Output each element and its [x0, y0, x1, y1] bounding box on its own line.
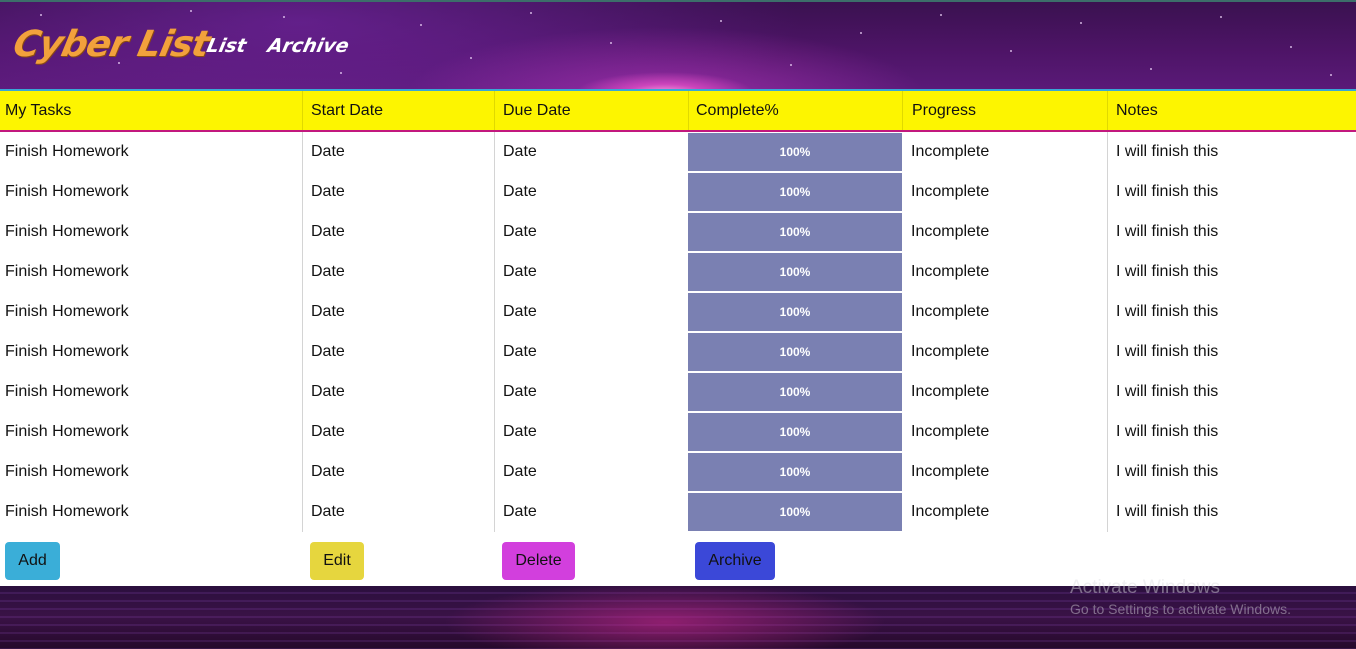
- table-row[interactable]: Finish Homework Date Date 100% Incomplete I w…: [0, 212, 1356, 252]
- start-date-cell: Date: [302, 292, 494, 332]
- column-header-due-date: Due Date: [494, 91, 688, 130]
- table-row[interactable]: Finish Homework Date Date 100% Incomplete I w…: [0, 452, 1356, 492]
- progress-cell: Incomplete: [911, 263, 990, 280]
- table-row[interactable]: Finish Homework Date Date 100% Incomplete I w…: [0, 172, 1356, 212]
- column-header-complete: Complete%: [688, 91, 902, 130]
- start-date-cell: Date: [302, 252, 494, 292]
- complete-percent-cell: 100%: [688, 253, 902, 291]
- table-row[interactable]: Finish Homework Date Date 100% Incomplete I w…: [0, 412, 1356, 452]
- start-date-cell: Date: [302, 172, 494, 212]
- progress-cell: Incomplete: [911, 463, 990, 480]
- notes-cell: I will finish this: [1107, 412, 1356, 452]
- notes-cell: I will finish this: [1107, 452, 1356, 492]
- delete-button[interactable]: Delete: [502, 542, 575, 580]
- progress-cell: Incomplete: [911, 303, 990, 320]
- column-header-my-tasks: My Tasks: [5, 102, 72, 119]
- start-date-cell: Date: [302, 412, 494, 452]
- start-date-cell: Date: [302, 212, 494, 252]
- due-date-cell: Date: [494, 252, 688, 292]
- complete-percent-cell: 100%: [688, 133, 902, 171]
- due-date-cell: Date: [494, 292, 688, 332]
- task-cell: Finish Homework: [5, 343, 129, 360]
- notes-cell: I will finish this: [1107, 492, 1356, 532]
- column-header-start-date: Start Date: [302, 91, 494, 130]
- tasks-table: My Tasks Start Date Due Date Complete% P…: [0, 89, 1356, 586]
- progress-cell: Incomplete: [911, 143, 990, 160]
- due-date-cell: Date: [494, 172, 688, 212]
- due-date-cell: Date: [494, 332, 688, 372]
- table-row[interactable]: Finish Homework Date Date 100% Incomplete I w…: [0, 372, 1356, 412]
- complete-percent-cell: 100%: [688, 173, 902, 211]
- complete-percent-cell: 100%: [688, 213, 902, 251]
- due-date-cell: Date: [494, 372, 688, 412]
- table-row[interactable]: Finish Homework Date Date 100% Incomplete I w…: [0, 332, 1356, 372]
- complete-percent-cell: 100%: [688, 373, 902, 411]
- table-row[interactable]: Finish Homework Date Date 100% Incomplete I w…: [0, 132, 1356, 172]
- add-button[interactable]: Add: [5, 542, 60, 580]
- nav-list-link[interactable]: List: [205, 35, 249, 57]
- complete-percent-cell: 100%: [688, 413, 902, 451]
- progress-cell: Incomplete: [911, 383, 990, 400]
- table-row[interactable]: Finish Homework Date Date 100% Incomplete I w…: [0, 252, 1356, 292]
- due-date-cell: Date: [494, 492, 688, 532]
- start-date-cell: Date: [302, 372, 494, 412]
- task-cell: Finish Homework: [5, 423, 129, 440]
- task-cell: Finish Homework: [5, 263, 129, 280]
- progress-cell: Incomplete: [911, 503, 990, 520]
- progress-cell: Incomplete: [911, 183, 990, 200]
- due-date-cell: Date: [494, 452, 688, 492]
- progress-cell: Incomplete: [911, 423, 990, 440]
- due-date-cell: Date: [494, 212, 688, 252]
- task-cell: Finish Homework: [5, 463, 129, 480]
- start-date-cell: Date: [302, 332, 494, 372]
- task-cell: Finish Homework: [5, 223, 129, 240]
- complete-percent-cell: 100%: [688, 493, 902, 531]
- notes-cell: I will finish this: [1107, 172, 1356, 212]
- column-header-notes: Notes: [1107, 91, 1356, 130]
- activate-windows-watermark: Activate Windows Go to Settings to activ…: [1070, 577, 1291, 619]
- due-date-cell: Date: [494, 132, 688, 172]
- watermark-subtitle: Go to Settings to activate Windows.: [1070, 601, 1291, 617]
- notes-cell: I will finish this: [1107, 372, 1356, 412]
- cyber-list-logo[interactable]: Cyber List: [10, 24, 213, 65]
- table-row[interactable]: Finish Homework Date Date 100% Incomplete I w…: [0, 292, 1356, 332]
- notes-cell: I will finish this: [1107, 292, 1356, 332]
- task-cell: Finish Homework: [5, 303, 129, 320]
- start-date-cell: Date: [302, 492, 494, 532]
- notes-cell: I will finish this: [1107, 132, 1356, 172]
- complete-percent-cell: 100%: [688, 293, 902, 331]
- complete-percent-cell: 100%: [688, 333, 902, 371]
- column-header-progress: Progress: [902, 91, 1107, 130]
- watermark-title: Activate Windows: [1070, 577, 1220, 598]
- notes-cell: I will finish this: [1107, 252, 1356, 292]
- site-header: Cyber List List Archive: [0, 0, 1356, 89]
- notes-cell: I will finish this: [1107, 332, 1356, 372]
- task-cell: Finish Homework: [5, 383, 129, 400]
- task-cell: Finish Homework: [5, 183, 129, 200]
- start-date-cell: Date: [302, 132, 494, 172]
- progress-cell: Incomplete: [911, 223, 990, 240]
- notes-cell: I will finish this: [1107, 212, 1356, 252]
- start-date-cell: Date: [302, 452, 494, 492]
- progress-cell: Incomplete: [911, 343, 990, 360]
- archive-button[interactable]: Archive: [695, 542, 775, 580]
- task-cell: Finish Homework: [5, 143, 129, 160]
- edit-button[interactable]: Edit: [310, 542, 364, 580]
- task-cell: Finish Homework: [5, 503, 129, 520]
- nav-archive-link[interactable]: Archive: [266, 35, 351, 57]
- table-header-row: My Tasks Start Date Due Date Complete% P…: [0, 91, 1356, 132]
- due-date-cell: Date: [494, 412, 688, 452]
- table-row[interactable]: Finish Homework Date Date 100% Incomplete I w…: [0, 492, 1356, 532]
- complete-percent-cell: 100%: [688, 453, 902, 491]
